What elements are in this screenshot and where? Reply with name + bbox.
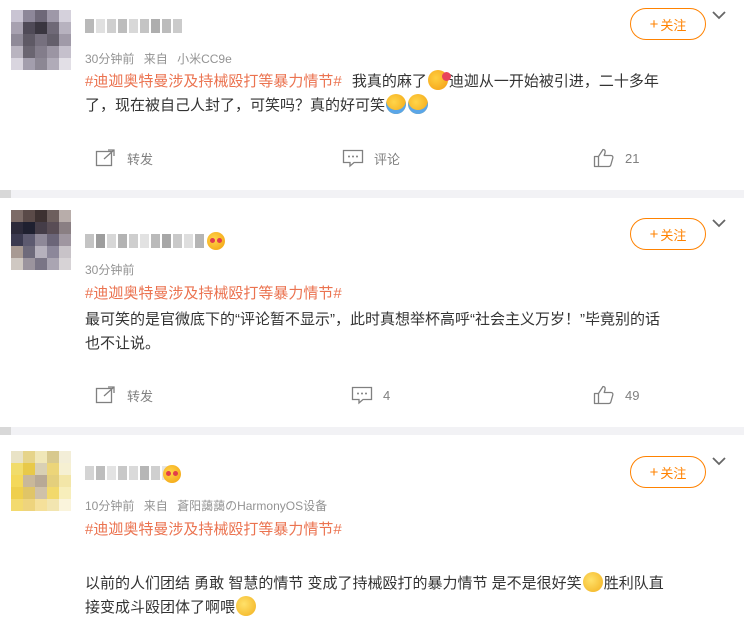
repost-button[interactable]: 转发: [95, 385, 153, 405]
source-prefix: 来自: [143, 52, 168, 66]
divider: [11, 190, 744, 198]
thumbs-up-icon: [593, 148, 614, 168]
topic-link[interactable]: #迪迦奥特曼涉及持械殴打等暴力情节#: [85, 73, 342, 90]
topic-link[interactable]: #迪迦奥特曼涉及持械殴打等暴力情节#: [85, 518, 342, 539]
comment-card: 10分钟前 来自 蒼阳藹藹のHarmonyOS设备 #迪迦奥特曼涉及持械殴打等暴…: [0, 435, 744, 621]
kiss-emoji-icon: [427, 70, 451, 90]
thumbs-up-icon: [593, 385, 614, 405]
topic-link[interactable]: #迪迦奥特曼涉及持械殴打等暴力情节#: [85, 282, 342, 303]
crying-emoji-icon: [408, 94, 429, 114]
avatar[interactable]: [11, 10, 71, 70]
comment-meta: 30分钟前 来自 小米CC9e: [85, 50, 238, 67]
plus-icon: +: [649, 225, 659, 243]
source-prefix: 来自: [143, 499, 168, 513]
follow-button[interactable]: + 关注: [630, 218, 706, 250]
share-icon: [95, 386, 115, 404]
plus-icon: +: [649, 463, 659, 481]
comment-icon: [342, 149, 364, 168]
username-blurred[interactable]: [85, 466, 171, 480]
chevron-down-icon[interactable]: [710, 216, 728, 230]
follow-button[interactable]: + 关注: [630, 8, 706, 40]
comment-card: 30分钟前 来自 小米CC9e #迪迦奥特曼涉及持械殴打等暴力情节# 我真的麻了…: [0, 0, 744, 190]
divider: [11, 427, 744, 435]
comment-button[interactable]: 4: [351, 385, 390, 405]
avatar[interactable]: [11, 451, 71, 511]
timestamp: 10分钟前: [85, 499, 135, 513]
follow-button[interactable]: + 关注: [630, 456, 706, 488]
comment-meta: 30分钟前: [85, 261, 140, 278]
comment-icon: [351, 386, 373, 405]
comment-card: 30分钟前 #迪迦奥特曼涉及持械殴打等暴力情节# 最可笑的是官微底下的“评论暂不…: [0, 198, 744, 427]
avatar[interactable]: [11, 210, 71, 270]
device-source[interactable]: 小米CC9e: [177, 52, 232, 66]
chevron-down-icon[interactable]: [710, 454, 728, 468]
username-blurred[interactable]: [85, 234, 204, 248]
timestamp: 30分钟前: [85, 263, 135, 277]
comment-meta: 10分钟前 来自 蒼阳藹藹のHarmonyOS设备: [85, 497, 333, 514]
plus-icon: +: [649, 15, 659, 33]
smile-emoji-icon: [236, 596, 257, 616]
comment-text: #迪迦奥特曼涉及持械殴打等暴力情节# 我真的麻了 迪迦从一开始被引进，二十多年 了…: [85, 70, 725, 118]
device-source[interactable]: 蒼阳藹藹のHarmonyOS设备: [177, 499, 327, 513]
crying-emoji-icon: [386, 94, 407, 114]
username-blurred[interactable]: [85, 19, 182, 33]
emoji-icon: [163, 465, 181, 483]
share-icon: [95, 149, 115, 167]
like-button[interactable]: 49: [593, 385, 639, 405]
smile-emoji-icon: [582, 572, 603, 592]
emoji-icon: [207, 232, 225, 250]
timestamp: 30分钟前: [85, 52, 135, 66]
comment-text: 以前的人们团结 勇敢 智慧的情节 变成了持械殴打的暴力情节 是不是很好笑 胜利队直…: [85, 572, 725, 620]
like-button[interactable]: 21: [593, 148, 639, 168]
comment-text: 最可笑的是官微底下的“评论暂不显示”，此时真想举杯高呼“社会主义万岁！”毕竟别的…: [85, 311, 660, 352]
repost-button[interactable]: 转发: [95, 148, 153, 168]
comment-button[interactable]: 评论: [342, 148, 400, 168]
chevron-down-icon[interactable]: [710, 8, 728, 22]
